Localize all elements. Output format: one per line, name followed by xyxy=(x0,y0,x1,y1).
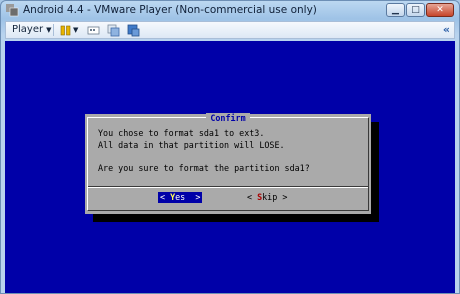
title-bar[interactable]: Android 4.4 - VMware Player (Non-commerc… xyxy=(1,1,459,21)
unity-icon[interactable] xyxy=(107,24,120,37)
dialog-message-line-1: You chose to format sda1 to ext3. xyxy=(98,128,265,138)
player-menu-button[interactable]: Player ▼ xyxy=(12,24,52,35)
collapse-toolbar-icon[interactable]: « xyxy=(443,23,450,36)
skip-label: kip xyxy=(262,192,278,202)
yes-button[interactable]: < Yes > xyxy=(158,192,203,203)
chevron-down-icon: ▼ xyxy=(46,26,52,34)
button-bracket-left: < xyxy=(160,192,166,202)
dialog-title: Confirm xyxy=(206,113,250,123)
vm-console-screen[interactable]: Confirm You chose to format sda1 to ext3… xyxy=(5,41,455,293)
button-bracket-right: > xyxy=(282,192,288,202)
confirm-dialog: Confirm You chose to format sda1 to ext3… xyxy=(85,113,371,214)
close-button[interactable]: ✕ xyxy=(426,3,454,17)
window-title: Android 4.4 - VMware Player (Non-commerc… xyxy=(23,4,317,16)
yes-label: es xyxy=(175,192,186,202)
maximize-icon: □ xyxy=(411,5,420,15)
dialog-message-line-2: All data in that partition will LOSE. xyxy=(98,140,285,150)
toolbar-divider xyxy=(53,24,54,36)
dialog-divider xyxy=(88,186,368,188)
minimize-icon: ▁ xyxy=(392,5,399,15)
toolbar: Player ▼ ▼ « xyxy=(5,21,455,39)
minimize-button[interactable]: ▁ xyxy=(386,3,405,17)
skip-button[interactable]: < Skip > xyxy=(247,192,287,203)
vmware-app-icon xyxy=(6,4,19,17)
send-ctrl-alt-del-icon[interactable] xyxy=(87,24,100,37)
vmware-player-window: Android 4.4 - VMware Player (Non-commerc… xyxy=(0,0,460,294)
full-screen-icon[interactable] xyxy=(127,24,140,37)
player-menu-label: Player xyxy=(12,24,44,35)
button-bracket-left: < xyxy=(247,192,253,202)
button-bracket-right: > xyxy=(195,192,201,202)
pause-icon[interactable] xyxy=(59,24,72,37)
dialog-message-line-3: Are you sure to format the partition sda… xyxy=(98,163,310,173)
chevron-down-icon[interactable]: ▼ xyxy=(73,26,78,34)
close-icon: ✕ xyxy=(436,5,444,15)
maximize-button[interactable]: □ xyxy=(406,3,425,17)
